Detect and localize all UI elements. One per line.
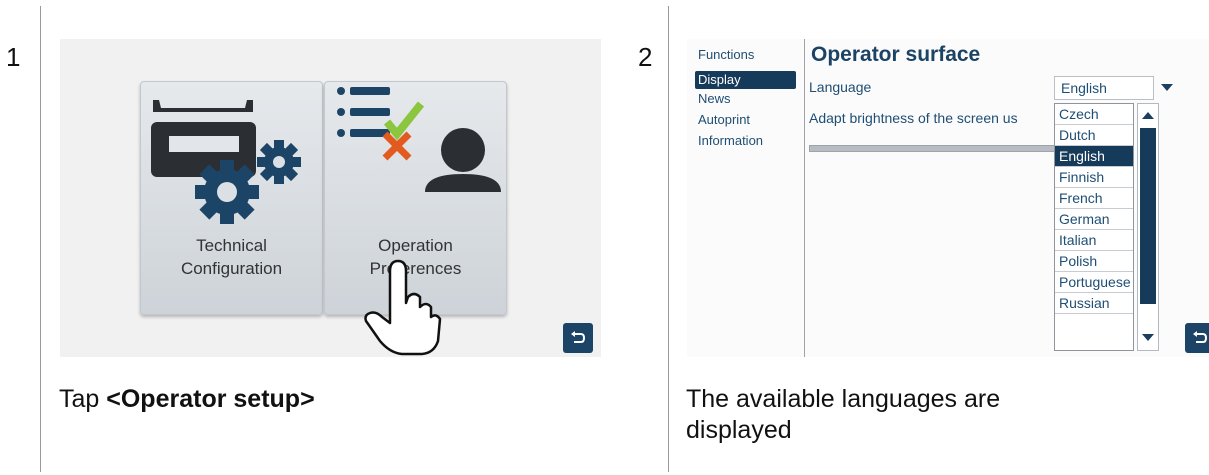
language-label: Language	[809, 79, 872, 95]
language-option-russian[interactable]: Russian	[1055, 293, 1133, 314]
language-dropdown-list: Czech Dutch English Finnish French Germa…	[1054, 103, 1134, 351]
scale-gears-icon	[151, 100, 301, 224]
step2-caption: The available languages are displayed	[686, 385, 1001, 444]
language-select[interactable]: English	[1054, 76, 1154, 100]
tile-label-technical: Technical Configuration	[180, 236, 283, 278]
language-option-portuguese[interactable]: Portuguese	[1055, 272, 1133, 293]
step-number-1: 1	[6, 42, 21, 72]
technical-configuration-tile[interactable]: Technical Configuration	[140, 81, 323, 315]
sidebar-item-functions[interactable]: Functions	[695, 46, 754, 64]
language-option-italian[interactable]: Italian	[1055, 230, 1133, 251]
language-option-polish[interactable]: Polish	[1055, 251, 1133, 272]
language-option-dutch[interactable]: Dutch	[1055, 125, 1133, 146]
screen-operator-surface: Functions Display News Autoprint Informa…	[687, 39, 1209, 357]
sidebar-item-autoprint[interactable]: Autoprint	[695, 111, 750, 129]
language-select-arrow-box[interactable]	[1155, 76, 1179, 100]
brightness-slider[interactable]	[809, 145, 1057, 152]
step-number-2: 2	[638, 42, 653, 72]
back-arrow-icon	[1193, 331, 1208, 343]
language-option-english[interactable]: English	[1055, 146, 1133, 167]
scroll-down-arrow-icon[interactable]	[1142, 334, 1154, 341]
dropdown-scrollbar[interactable]	[1137, 103, 1159, 351]
sidebar-separator	[804, 39, 805, 357]
back-button[interactable]	[563, 323, 593, 353]
sidebar-item-information[interactable]: Information	[695, 132, 763, 150]
user-checklist-icon	[337, 87, 501, 192]
hand-pointer-icon	[364, 259, 442, 356]
scroll-up-arrow-icon[interactable]	[1142, 112, 1154, 119]
back-arrow-icon	[571, 331, 586, 343]
step1-caption: Tap <Operator setup>	[59, 385, 315, 413]
settings-sidebar: Functions Display News Autoprint Informa…	[687, 39, 805, 357]
chevron-down-icon	[1161, 84, 1173, 91]
back-button[interactable]	[1185, 323, 1209, 353]
language-option-french[interactable]: French	[1055, 188, 1133, 209]
language-option-german[interactable]: German	[1055, 209, 1133, 230]
page-title: Operator surface	[811, 43, 981, 66]
sidebar-item-news[interactable]: News	[695, 90, 731, 108]
center-divider	[668, 6, 669, 472]
language-option-czech[interactable]: Czech	[1055, 104, 1133, 125]
sidebar-item-display[interactable]: Display	[695, 71, 796, 89]
left-divider	[40, 6, 41, 472]
scrollbar-thumb[interactable]	[1140, 128, 1156, 304]
language-select-value: English	[1061, 80, 1107, 96]
screen-operation-menu: Technical Configuration Operation Prefer…	[60, 39, 601, 357]
brightness-label: Adapt brightness of the screen us	[809, 110, 1018, 126]
language-option-finnish[interactable]: Finnish	[1055, 167, 1133, 188]
